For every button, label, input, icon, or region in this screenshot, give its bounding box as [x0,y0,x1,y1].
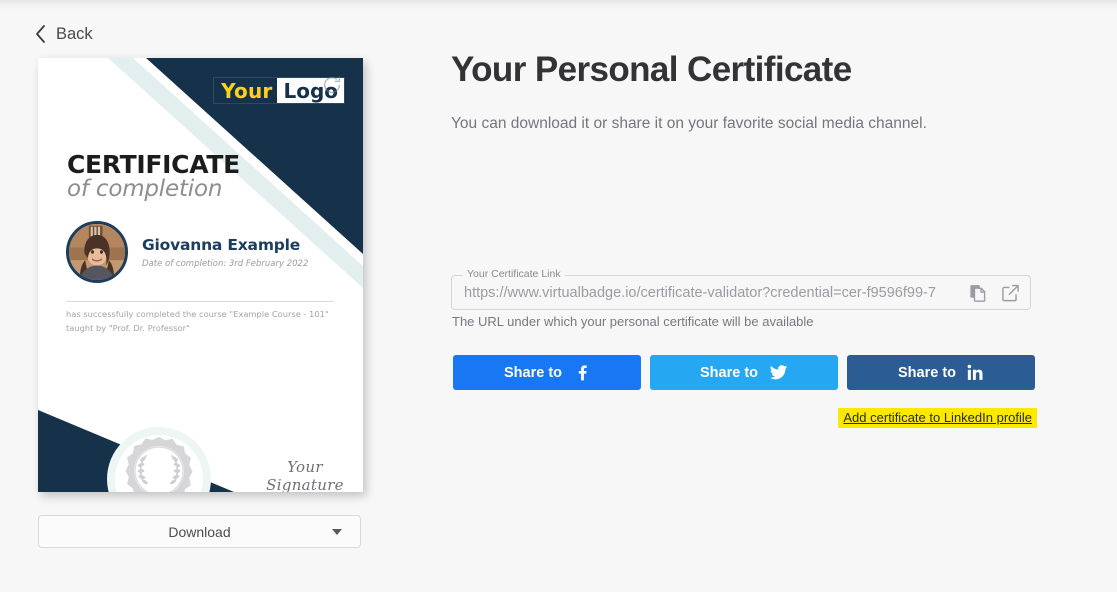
linkedin-icon [967,364,983,380]
signature-name: Your Signature [266,458,344,492]
download-label: Download [168,523,231,540]
back-label: Back [56,24,93,43]
certificate-link-field[interactable]: Your Certificate Link https://www.virtua… [451,268,1031,310]
copy-icon[interactable] [968,283,987,302]
back-button[interactable]: Back [34,24,93,44]
recipient-row: Giovanna Example Date of completion: 3rd… [66,221,308,283]
linkedin-profile-link-wrap: Add certificate to LinkedIn profile [451,408,1037,428]
page-title: Your Personal Certificate [451,50,852,89]
certificate-link-help: The URL under which your personal certif… [452,314,814,329]
share-facebook-button[interactable]: Share to [453,355,641,390]
share-twitter-button[interactable]: Share to [650,355,838,390]
certificate-title: CERTIFICATE [67,150,240,179]
chevron-left-icon [36,25,45,43]
signature-block: Your Signature Important person [246,458,363,492]
twitter-icon [769,365,788,380]
share-button-row: Share to Share to Share to [453,355,1035,390]
recipient-name: Giovanna Example [142,235,301,254]
logo-word-your: Your [214,78,278,103]
share-twitter-label: Share to [699,364,758,381]
page-description: You can download it or share it on your … [451,115,927,132]
certificate-divider [66,301,334,302]
refresh-icon [323,76,341,94]
certificate-link-legend: Your Certificate Link [463,268,565,280]
laurel-wreath-seal-icon [107,427,211,492]
share-facebook-label: Share to [503,364,562,381]
add-certificate-to-linkedin-link[interactable]: Add certificate to LinkedIn profile [838,408,1037,428]
external-link-icon[interactable] [1001,283,1020,302]
facebook-icon [578,365,587,381]
top-shadow-strip [0,0,1117,10]
share-linkedin-label: Share to [897,364,956,381]
share-linkedin-button[interactable]: Share to [847,355,1035,390]
recipient-photo [69,224,125,280]
download-button[interactable]: Download [38,515,361,548]
chevron-down-icon [332,528,342,535]
certificate-link-input[interactable]: https://www.virtualbadge.io/certificate-… [464,285,952,301]
certificate-preview[interactable]: Your Logo CERTIFICATE of completion Giov… [38,58,363,492]
certificate-body-text: has successfully completed the course "E… [66,309,329,333]
logo-badge: Your Logo [213,76,345,104]
avatar [66,221,128,283]
certificate-subtitle: of completion [67,176,223,202]
completion-date: Date of completion: 3rd February 2022 [142,258,309,269]
